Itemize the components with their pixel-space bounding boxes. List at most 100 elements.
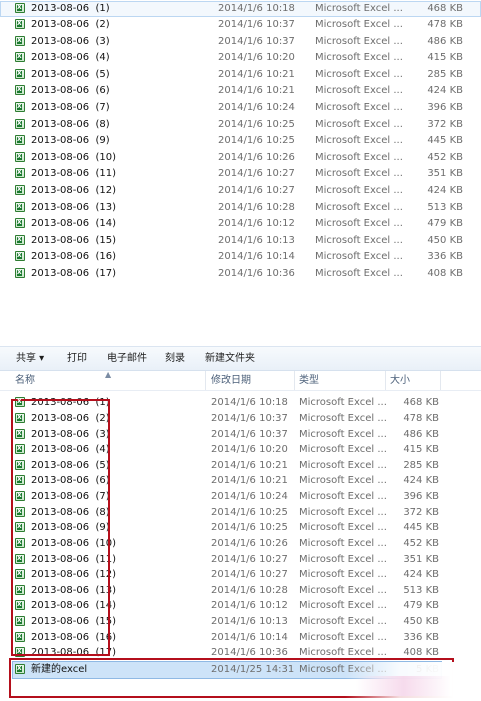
file-row[interactable]: X 2013-08-06 (6) 2014/1/6 10:21 Microsof… — [0, 83, 481, 99]
burn-button[interactable]: 刻录 — [165, 347, 185, 371]
file-size: 415 KB — [403, 444, 439, 455]
file-row[interactable]: X 2013-08-06 (17) 2014/1/6 10:36 Microso… — [0, 645, 481, 661]
file-date: 2014/1/6 10:24 — [211, 491, 288, 502]
excel-file-icon: X — [15, 185, 25, 195]
excel-file-icon: X — [15, 632, 25, 642]
file-size: 450 KB — [427, 235, 463, 246]
file-row[interactable]: X 2013-08-06 (16) 2014/1/6 10:14 Microso… — [0, 630, 481, 646]
file-row[interactable]: X 2013-08-06 (1) 2014/1/6 10:18 Microsof… — [0, 395, 481, 411]
column-name-header[interactable]: 名称 — [15, 371, 35, 390]
excel-file-icon: X — [15, 554, 25, 564]
file-row[interactable]: X 2013-08-06 (15) 2014/1/6 10:13 Microso… — [0, 233, 481, 249]
file-type: Microsoft Excel ... — [299, 444, 387, 455]
file-row[interactable]: X 2013-08-06 (1) 2014/1/6 10:18 Microsof… — [0, 1, 481, 17]
file-name: 2013-08-06 (16) — [31, 632, 116, 643]
file-name: 2013-08-06 (4) — [31, 52, 110, 63]
file-row[interactable]: X 2013-08-06 (9) 2014/1/6 10:25 Microsof… — [0, 520, 481, 536]
column-divider[interactable] — [440, 371, 441, 390]
file-row[interactable]: X 2013-08-06 (3) 2014/1/6 10:37 Microsof… — [0, 34, 481, 50]
file-size: 408 KB — [403, 647, 439, 658]
file-row[interactable]: X 2013-08-06 (12) 2014/1/6 10:27 Microso… — [0, 567, 481, 583]
file-row[interactable]: X 2013-08-06 (13) 2014/1/6 10:28 Microso… — [0, 200, 481, 216]
file-name: 2013-08-06 (15) — [31, 235, 116, 246]
file-row[interactable]: X 2013-08-06 (6) 2014/1/6 10:21 Microsof… — [0, 473, 481, 489]
new-file-row[interactable]: X 新建的excel 2014/1/25 14:31 Microsoft Exc… — [0, 662, 481, 678]
file-size: 479 KB — [403, 600, 439, 611]
file-size: 372 KB — [427, 119, 463, 130]
column-divider[interactable] — [385, 371, 386, 390]
file-type: Microsoft Excel ... — [299, 413, 387, 424]
file-size: 479 KB — [427, 218, 463, 229]
file-type: Microsoft Excel ... — [315, 135, 403, 146]
file-size: 468 KB — [427, 3, 463, 14]
new-folder-button[interactable]: 新建文件夹 — [205, 347, 255, 371]
file-row[interactable]: X 2013-08-06 (14) 2014/1/6 10:12 Microso… — [0, 598, 481, 614]
file-type: Microsoft Excel ... — [299, 616, 387, 627]
file-size: 408 KB — [427, 268, 463, 279]
file-date: 2014/1/6 10:14 — [211, 632, 288, 643]
excel-file-icon: X — [15, 36, 25, 46]
file-row[interactable]: X 2013-08-06 (3) 2014/1/6 10:37 Microsof… — [0, 427, 481, 443]
file-size: 468 KB — [403, 397, 439, 408]
column-type-header[interactable]: 类型 — [299, 371, 319, 390]
file-date: 2014/1/6 10:27 — [211, 554, 288, 565]
file-row[interactable]: X 2013-08-06 (4) 2014/1/6 10:20 Microsof… — [0, 50, 481, 66]
file-row[interactable]: X 2013-08-06 (14) 2014/1/6 10:12 Microso… — [0, 216, 481, 232]
file-name: 2013-08-06 (7) — [31, 491, 110, 502]
file-row[interactable]: X 2013-08-06 (5) 2014/1/6 10:21 Microsof… — [0, 67, 481, 83]
file-row[interactable]: X 2013-08-06 (7) 2014/1/6 10:24 Microsof… — [0, 100, 481, 116]
file-size: 486 KB — [427, 36, 463, 47]
file-type: Microsoft Excel ... — [315, 235, 403, 246]
file-row[interactable]: X 2013-08-06 (16) 2014/1/6 10:14 Microso… — [0, 249, 481, 265]
file-name: 2013-08-06 (2) — [31, 19, 110, 30]
file-size: 351 KB — [427, 168, 463, 179]
column-modified-header[interactable]: 修改日期 — [211, 371, 251, 390]
file-row[interactable]: X 2013-08-06 (2) 2014/1/6 10:37 Microsof… — [0, 17, 481, 33]
file-row[interactable]: X 2013-08-06 (12) 2014/1/6 10:27 Microso… — [0, 183, 481, 199]
file-row[interactable]: X 2013-08-06 (11) 2014/1/6 10:27 Microso… — [0, 166, 481, 182]
file-date: 2014/1/6 10:20 — [218, 52, 295, 63]
print-button[interactable]: 打印 — [67, 347, 87, 371]
file-row[interactable]: X 2013-08-06 (15) 2014/1/6 10:13 Microso… — [0, 614, 481, 630]
file-row[interactable]: X 2013-08-06 (7) 2014/1/6 10:24 Microsof… — [0, 489, 481, 505]
file-size: 336 KB — [427, 251, 463, 262]
screenshot-fade — [360, 282, 481, 322]
email-button[interactable]: 电子邮件 — [107, 347, 147, 371]
file-size: 424 KB — [427, 185, 463, 196]
file-date: 2014/1/6 10:13 — [211, 616, 288, 627]
file-row[interactable]: X 2013-08-06 (5) 2014/1/6 10:21 Microsof… — [0, 458, 481, 474]
excel-file-icon: X — [15, 52, 25, 62]
file-name: 2013-08-06 (7) — [31, 102, 110, 113]
file-name: 2013-08-06 (5) — [31, 69, 110, 80]
file-row[interactable]: X 2013-08-06 (9) 2014/1/6 10:25 Microsof… — [0, 133, 481, 149]
share-menu-button[interactable]: 共享 ▾ — [16, 347, 44, 371]
file-row[interactable]: X 2013-08-06 (11) 2014/1/6 10:27 Microso… — [0, 552, 481, 568]
file-date: 2014/1/6 10:37 — [211, 413, 288, 424]
sort-up-icon: ▲ — [105, 370, 112, 379]
file-size: 415 KB — [427, 52, 463, 63]
column-divider[interactable] — [294, 371, 295, 390]
file-row[interactable]: X 2013-08-06 (10) 2014/1/6 10:26 Microso… — [0, 536, 481, 552]
file-row[interactable]: X 2013-08-06 (17) 2014/1/6 10:36 Microso… — [0, 266, 481, 282]
file-row[interactable]: X 2013-08-06 (4) 2014/1/6 10:20 Microsof… — [0, 442, 481, 458]
file-name: 2013-08-06 (10) — [31, 152, 116, 163]
file-name: 2013-08-06 (4) — [31, 444, 110, 455]
file-row[interactable]: X 2013-08-06 (8) 2014/1/6 10:25 Microsof… — [0, 117, 481, 133]
file-name: 2013-08-06 (10) — [31, 538, 116, 549]
excel-file-icon: X — [15, 85, 25, 95]
file-row[interactable]: X 2013-08-06 (10) 2014/1/6 10:26 Microso… — [0, 150, 481, 166]
file-size: 424 KB — [403, 569, 439, 580]
excel-file-icon: X — [15, 491, 25, 501]
file-row[interactable]: X 2013-08-06 (13) 2014/1/6 10:28 Microso… — [0, 583, 481, 599]
file-type: Microsoft Excel ... — [299, 664, 387, 675]
file-name: 2013-08-06 (1) — [31, 397, 110, 408]
column-size-header[interactable]: 大小 — [390, 371, 410, 390]
column-divider[interactable] — [205, 371, 206, 390]
excel-file-icon: X — [15, 202, 25, 212]
excel-file-icon: X — [15, 119, 25, 129]
file-row[interactable]: X 2013-08-06 (2) 2014/1/6 10:37 Microsof… — [0, 411, 481, 427]
file-name: 2013-08-06 (9) — [31, 135, 110, 146]
file-row[interactable]: X 2013-08-06 (8) 2014/1/6 10:25 Microsof… — [0, 505, 481, 521]
excel-file-icon: X — [15, 168, 25, 178]
file-size: 445 KB — [403, 522, 439, 533]
